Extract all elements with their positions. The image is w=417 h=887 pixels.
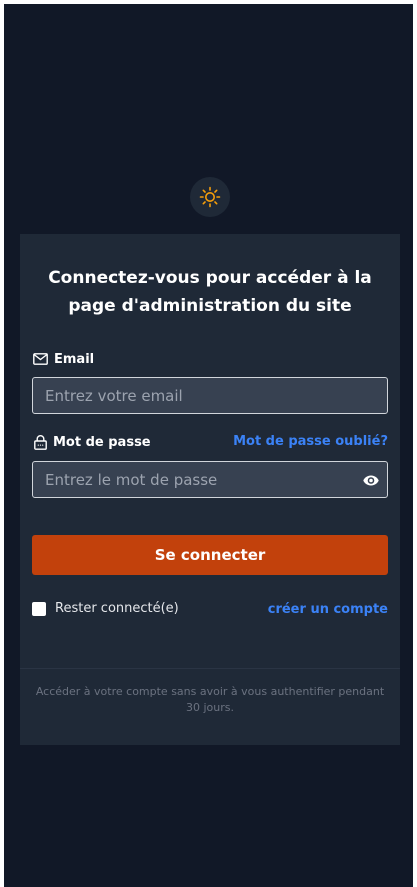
page-background: Connectez-vous pour accéder à la page d'… — [4, 4, 413, 887]
remember-me[interactable]: Rester connecté(e) — [32, 601, 179, 616]
sun-icon — [198, 185, 222, 209]
email-label: Email — [33, 350, 94, 368]
create-account-link[interactable]: créer un compte — [268, 602, 388, 618]
password-input[interactable] — [33, 462, 387, 497]
password-label: Mot de passe — [34, 433, 151, 451]
lock-icon — [34, 434, 47, 450]
divider — [20, 668, 400, 669]
forgot-password-link[interactable]: Mot de passe oublié? — [233, 434, 388, 450]
password-field-wrapper — [32, 461, 388, 498]
mail-icon — [33, 353, 48, 365]
password-label-text: Mot de passe — [53, 434, 151, 450]
eye-icon[interactable] — [363, 472, 379, 488]
theme-toggle-button[interactable] — [190, 177, 230, 217]
footer-note: Accéder à votre compte sans avoir à vous… — [35, 685, 385, 714]
login-title: Connectez-vous pour accéder à la page d'… — [48, 268, 372, 316]
email-input[interactable] — [33, 378, 387, 413]
remember-me-checkbox[interactable] — [32, 601, 46, 616]
email-field-wrapper — [32, 377, 388, 414]
remember-me-label: Rester connecté(e) — [55, 601, 179, 616]
login-card: Connectez-vous pour accéder à la page d'… — [20, 234, 400, 745]
login-button[interactable]: Se connecter — [32, 535, 388, 575]
email-label-text: Email — [54, 351, 95, 367]
